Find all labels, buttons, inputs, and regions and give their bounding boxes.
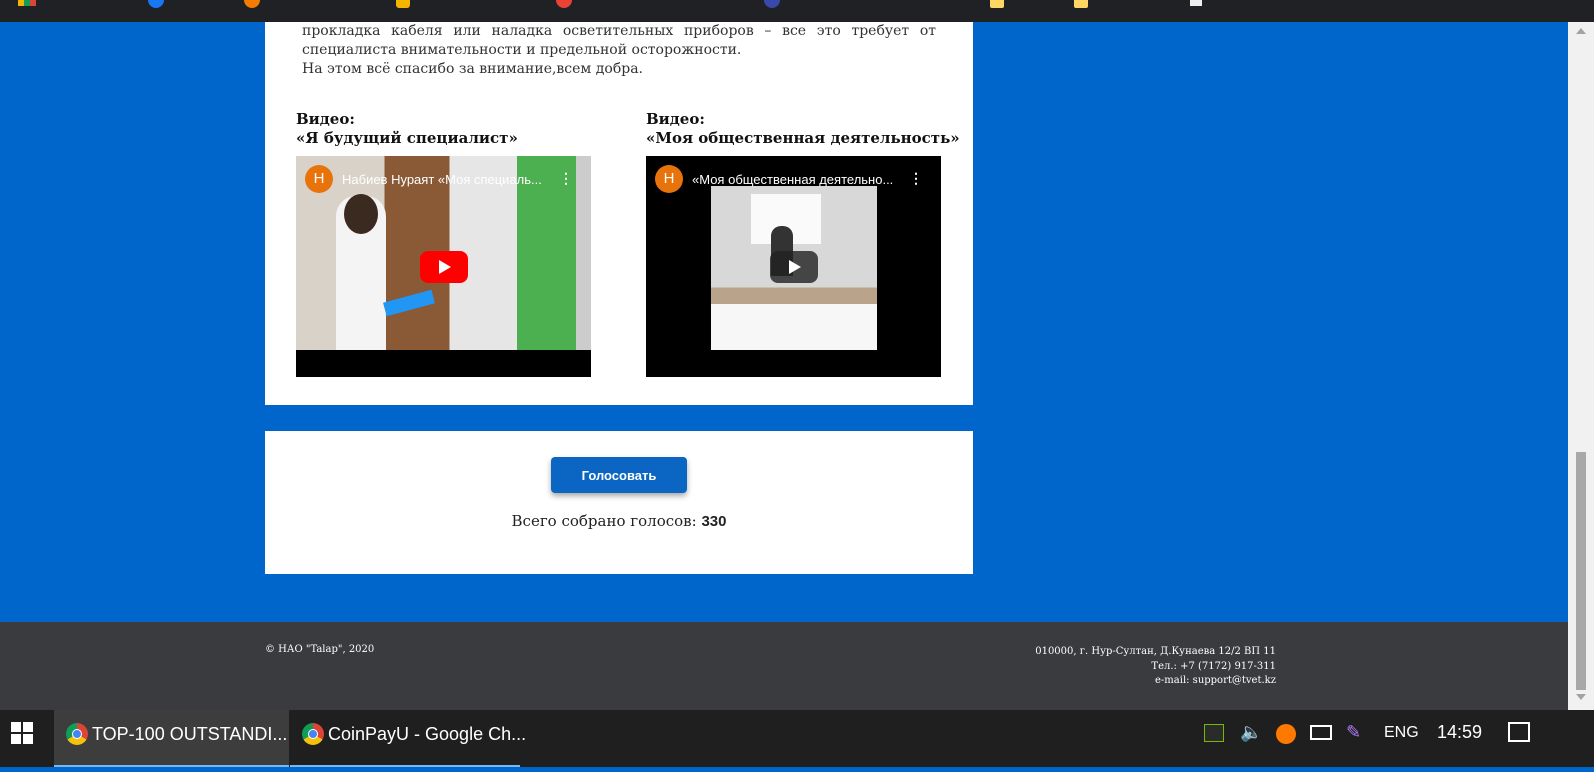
nvidia-icon[interactable] xyxy=(1204,724,1224,742)
language-indicator[interactable]: ENG xyxy=(1384,724,1419,742)
address: 010000, г. Нур-Султан, Д.Кунаева 12/2 ВП… xyxy=(1035,646,1276,657)
article-closing: На этом всё спасибо за внимание,всем доб… xyxy=(302,61,644,77)
vote-card: Голосовать Всего собрано голосов: 330 xyxy=(265,431,973,574)
bookmark-icon[interactable] xyxy=(1190,0,1202,6)
chrome-icon xyxy=(302,723,324,745)
taskbar-item-label: CoinPayU - Google Ch... xyxy=(328,724,527,744)
clock[interactable]: 14:59 xyxy=(1437,722,1482,743)
page-content: прокладка кабеля или наладка осветительн… xyxy=(0,22,1568,622)
article-paragraph: прокладка кабеля или наладка осветительн… xyxy=(302,23,936,58)
bookmark-icon[interactable] xyxy=(556,0,572,8)
bookmark-icon[interactable] xyxy=(396,0,410,8)
article-card: прокладка кабеля или наладка осветительн… xyxy=(265,22,973,405)
channel-avatar[interactable]: Н xyxy=(655,165,683,193)
video-2-title: Видео: «Моя общественная деятельность» xyxy=(646,110,960,148)
video-1-heading: Видео: xyxy=(296,110,355,128)
video-2-caption[interactable]: «Моя общественная деятельно... xyxy=(692,172,902,187)
taskbar-item-coinpayu[interactable]: CoinPayU - Google Ch... xyxy=(290,710,526,767)
video-2-player[interactable]: Н «Моя общественная деятельно... ⋮ xyxy=(646,156,941,377)
phone: Тел.: +7 (7172) 917-311 xyxy=(1151,660,1276,672)
video-1-name: «Я будущий специалист» xyxy=(296,129,518,147)
taskbar-item-top100[interactable]: TOP-100 OUTSTANDI... xyxy=(54,710,289,767)
vote-total: Всего собрано голосов: 330 xyxy=(265,512,973,530)
pen-icon[interactable]: ✎ xyxy=(1346,722,1361,743)
bookmark-icon[interactable] xyxy=(244,0,260,8)
network-icon[interactable] xyxy=(1310,725,1332,740)
vote-button[interactable]: Голосовать xyxy=(551,457,687,493)
scroll-down-icon[interactable] xyxy=(1576,694,1586,700)
avast-icon[interactable] xyxy=(1276,724,1296,744)
video-2-heading: Видео: xyxy=(646,110,705,128)
volume-icon[interactable]: 🔈 xyxy=(1240,722,1262,743)
folder-bookmark-icon[interactable] xyxy=(1074,0,1088,8)
video-2-name: «Моя общественная деятельность» xyxy=(646,129,960,147)
site-footer: © НАО "Talap", 2020 010000, г. Нур-Султа… xyxy=(0,622,1568,710)
scroll-up-icon[interactable] xyxy=(1576,28,1586,34)
more-icon[interactable]: ⋮ xyxy=(559,170,573,187)
taskbar: TOP-100 OUTSTANDI... CoinPayU - Google C… xyxy=(0,710,1594,767)
bookmarks-bar xyxy=(0,0,1594,22)
video-1-title: Видео: «Я будущий специалист» xyxy=(296,110,518,148)
vote-total-label: Всего собрано голосов: xyxy=(511,512,702,530)
play-icon[interactable] xyxy=(770,251,818,283)
video-1-caption[interactable]: Набиев Нураят «Моя специаль... xyxy=(342,172,552,187)
chrome-icon xyxy=(66,723,88,745)
facebook-bookmark-icon[interactable] xyxy=(148,0,164,8)
bookmark-icon[interactable] xyxy=(764,0,780,8)
contact-info: 010000, г. Нур-Султан, Д.Кунаева 12/2 ВП… xyxy=(1035,645,1276,689)
windows-start-button[interactable] xyxy=(0,710,48,767)
video-1-player[interactable]: Н Набиев Нураят «Моя специаль... ⋮ xyxy=(296,156,591,377)
windows-start-icon xyxy=(11,722,33,744)
page-scrollbar[interactable] xyxy=(1568,22,1594,710)
folder-bookmark-icon[interactable] xyxy=(990,0,1004,8)
scrollbar-thumb[interactable] xyxy=(1576,452,1586,690)
more-icon[interactable]: ⋮ xyxy=(909,170,923,187)
vote-total-value: 330 xyxy=(701,513,727,530)
taskbar-item-label: TOP-100 OUTSTANDI... xyxy=(92,724,288,744)
email[interactable]: e-mail: support@tvet.kz xyxy=(1035,674,1276,689)
notifications-icon[interactable] xyxy=(1508,722,1530,742)
bookmark-icon[interactable] xyxy=(18,0,36,6)
copyright: © НАО "Talap", 2020 xyxy=(265,644,375,655)
channel-avatar[interactable]: Н xyxy=(305,165,333,193)
article-text: прокладка кабеля или наладка осветительн… xyxy=(302,22,936,79)
play-icon[interactable] xyxy=(420,251,468,283)
